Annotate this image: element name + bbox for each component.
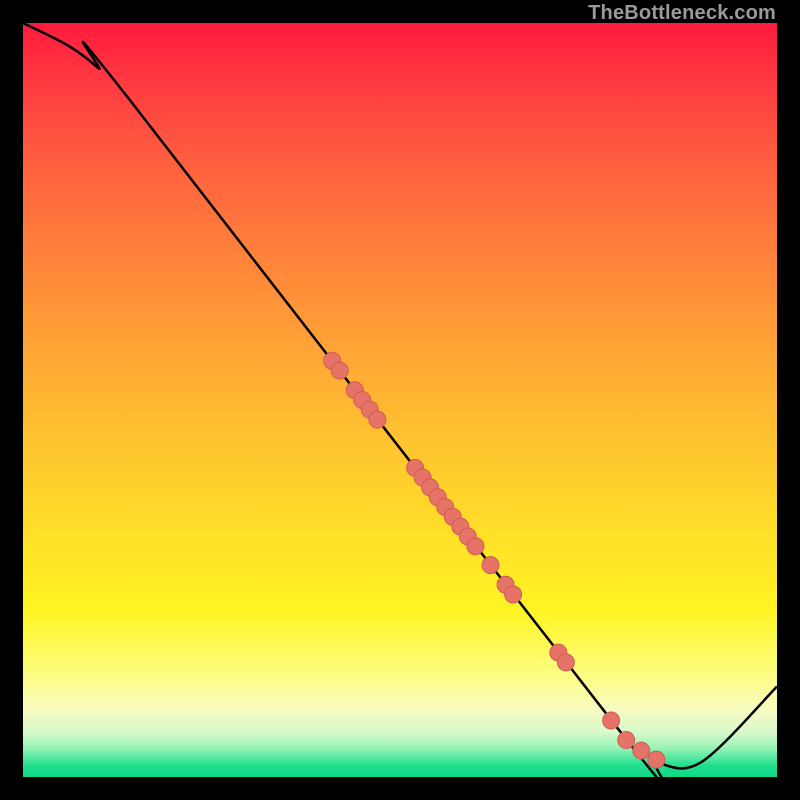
data-points bbox=[324, 352, 665, 768]
data-point bbox=[603, 712, 620, 729]
curve-line bbox=[23, 23, 777, 794]
watermark-text: TheBottleneck.com bbox=[588, 2, 776, 25]
data-point bbox=[467, 538, 484, 555]
data-point bbox=[369, 411, 386, 428]
data-point bbox=[331, 362, 348, 379]
bottleneck-curve bbox=[23, 23, 777, 794]
data-point bbox=[633, 742, 650, 759]
data-point bbox=[618, 732, 635, 749]
data-point bbox=[482, 557, 499, 574]
chart-frame: TheBottleneck.com bbox=[0, 0, 800, 800]
chart-svg bbox=[23, 23, 777, 777]
data-point bbox=[648, 751, 665, 768]
data-point bbox=[557, 654, 574, 671]
plot-area bbox=[23, 23, 777, 777]
data-point bbox=[505, 586, 522, 603]
